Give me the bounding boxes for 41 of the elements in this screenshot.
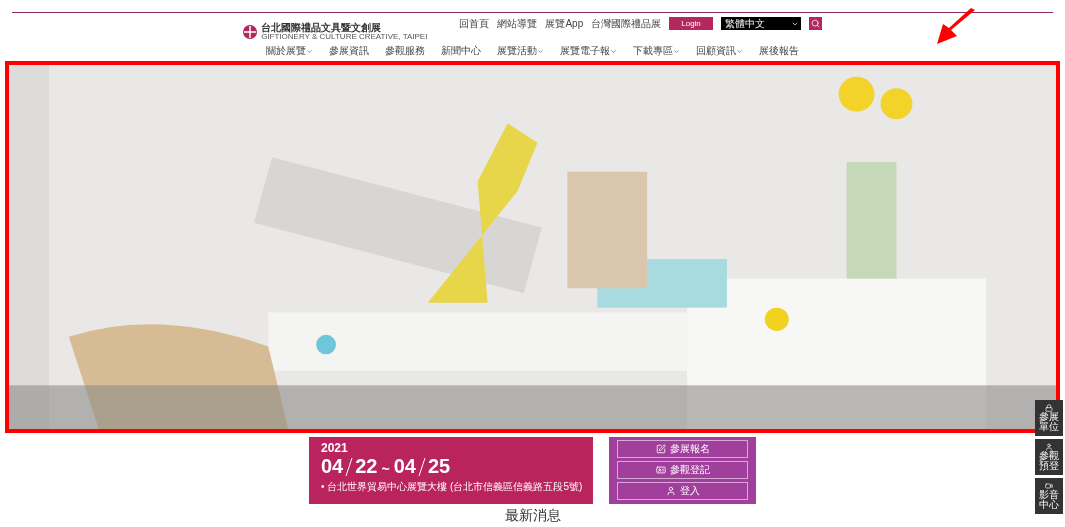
edit-icon: [655, 444, 666, 454]
nav-item[interactable]: 展覽電子報: [560, 46, 617, 56]
end-month: 04: [393, 456, 416, 476]
top-link[interactable]: 台灣國際禮品展: [591, 16, 662, 31]
nav-item[interactable]: 關於展覽: [266, 46, 313, 56]
nav-item[interactable]: 回顧資訊: [696, 46, 743, 56]
side-button[interactable]: 參觀預登: [1035, 439, 1063, 475]
slash-icon: [345, 458, 354, 476]
person-icon: [665, 486, 676, 496]
login-button[interactable]: Login: [669, 17, 713, 30]
logo-icon: [243, 25, 258, 39]
nav-item[interactable]: 參展資訊: [329, 46, 369, 56]
nav-item[interactable]: 展後報告: [759, 46, 799, 56]
person-icon: [1045, 443, 1053, 451]
language-select[interactable]: 繁體中文: [720, 17, 801, 30]
side-button[interactable]: 參展單位: [1035, 400, 1063, 436]
nav-item[interactable]: 新聞中心: [441, 46, 481, 56]
logo-subtitle: GIFTIONERY & CULTURE CREATIVE, TAIPEI: [261, 33, 428, 41]
video-icon: [1045, 482, 1053, 490]
side-button[interactable]: 影音中心: [1035, 478, 1063, 514]
top-link[interactable]: 回首頁: [459, 16, 490, 31]
action-button[interactable]: 參觀登記: [617, 461, 748, 479]
end-day: 25: [427, 456, 451, 476]
action-button[interactable]: 參展報名: [617, 440, 748, 458]
action-button[interactable]: 登入: [617, 482, 748, 500]
search-button[interactable]: [808, 17, 822, 30]
date-separator: ~: [381, 462, 390, 476]
slash-icon: [417, 458, 426, 476]
logo-title: 台北國際禮品文具暨文創展: [261, 23, 383, 33]
top-link[interactable]: 網站導覽: [497, 16, 538, 31]
top-link[interactable]: 展覽App: [545, 16, 584, 31]
start-month: 04: [321, 456, 344, 476]
lock-icon: [1045, 404, 1053, 412]
card-icon: [655, 465, 666, 475]
event-location: • 台北世界貿易中心展覽大樓 (台北市信義區信義路五段5號): [321, 480, 581, 494]
section-heading: 最新消息: [504, 508, 561, 522]
nav-item[interactable]: 參觀服務: [385, 46, 425, 56]
event-year: 2021: [321, 441, 349, 456]
nav-item[interactable]: 展覽活動: [497, 46, 544, 56]
nav-item[interactable]: 下載專區: [633, 46, 680, 56]
start-day: 22: [355, 456, 378, 476]
